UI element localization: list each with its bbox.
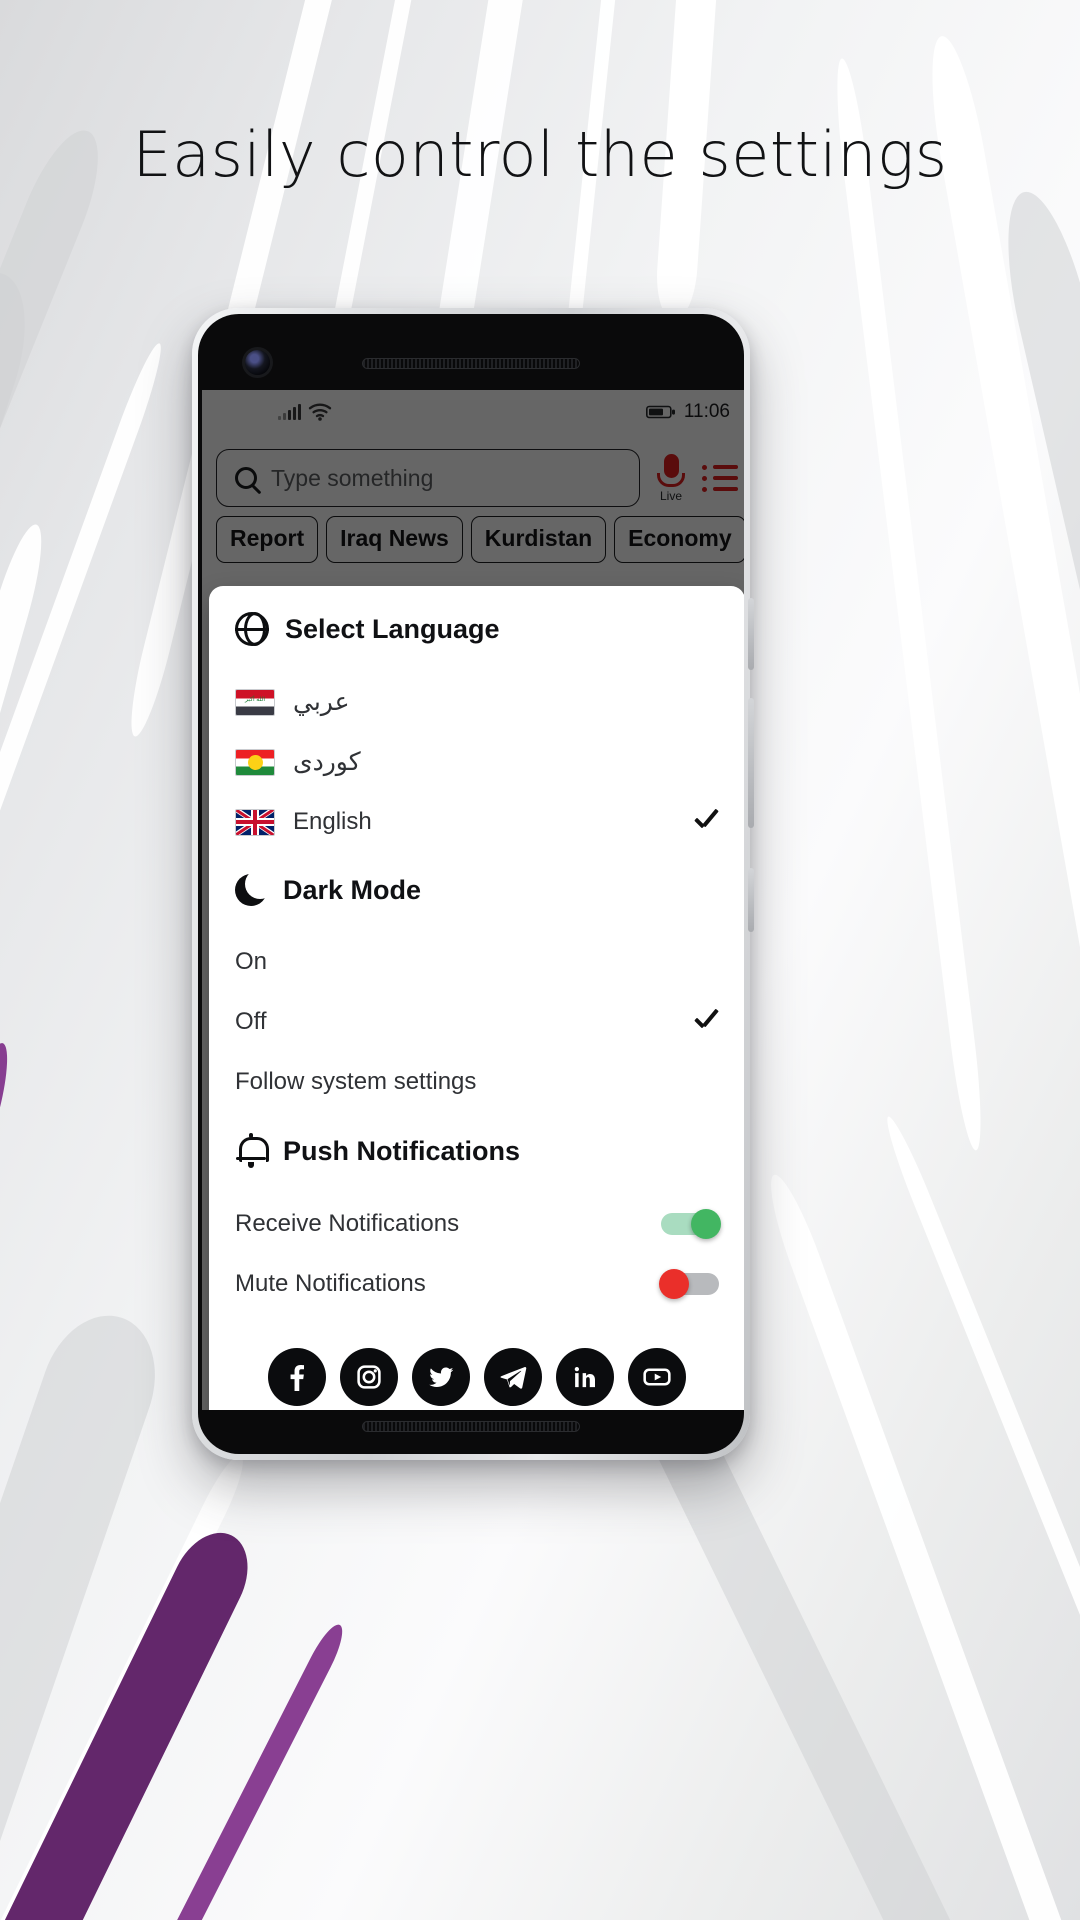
dark-mode-label: On bbox=[235, 948, 268, 975]
check-icon bbox=[691, 808, 719, 836]
globe-icon bbox=[235, 612, 269, 646]
mute-notifications-toggle[interactable] bbox=[659, 1269, 719, 1299]
receive-notifications-row[interactable]: Receive Notifications bbox=[209, 1194, 744, 1254]
phone-body: 11:06 Type something Live bbox=[198, 314, 744, 1454]
page-title: Easily control the settings bbox=[132, 118, 948, 191]
dark-mode-label: Follow system settings bbox=[235, 1068, 477, 1095]
receive-notifications-label: Receive Notifications bbox=[235, 1210, 460, 1237]
social-links bbox=[209, 1314, 744, 1406]
language-option-english[interactable]: English bbox=[209, 792, 744, 852]
telegram-icon[interactable] bbox=[484, 1348, 542, 1406]
background-swoosh bbox=[920, 32, 1080, 1222]
instagram-icon[interactable] bbox=[340, 1348, 398, 1406]
mute-notifications-row[interactable]: Mute Notifications bbox=[209, 1254, 744, 1314]
iraq-flag-icon bbox=[235, 688, 275, 716]
linkedin-icon[interactable] bbox=[556, 1348, 614, 1406]
youtube-icon[interactable] bbox=[628, 1348, 686, 1406]
phone-mockup: 11:06 Type something Live bbox=[192, 308, 754, 1460]
notifications-section-header: Push Notifications bbox=[209, 1133, 744, 1168]
uk-flag-icon bbox=[235, 808, 275, 836]
phone-side-button bbox=[748, 598, 754, 670]
toggle-knob bbox=[691, 1209, 721, 1239]
language-option-kurdish[interactable]: كوردی bbox=[209, 732, 744, 792]
dark-mode-label: Off bbox=[235, 1008, 267, 1035]
facebook-icon[interactable] bbox=[268, 1348, 326, 1406]
front-camera-icon bbox=[245, 350, 270, 375]
language-option-arabic[interactable]: عربي bbox=[209, 672, 744, 732]
language-label: كوردی bbox=[293, 748, 361, 776]
dark-mode-option-on[interactable]: On bbox=[209, 932, 744, 992]
kurdistan-flag-icon bbox=[235, 748, 275, 776]
twitter-icon[interactable] bbox=[412, 1348, 470, 1406]
language-section-header: Select Language bbox=[209, 612, 744, 646]
phone-side-button bbox=[748, 698, 754, 828]
moon-icon bbox=[235, 869, 275, 906]
dark-mode-section-title: Dark Mode bbox=[283, 874, 422, 905]
dark-mode-option-off[interactable]: Off bbox=[209, 992, 744, 1052]
mute-notifications-label: Mute Notifications bbox=[235, 1270, 426, 1297]
dark-mode-option-follow-system[interactable]: Follow system settings bbox=[209, 1052, 744, 1112]
toggle-knob bbox=[659, 1269, 689, 1299]
earpiece-speaker bbox=[362, 358, 580, 369]
language-label: English bbox=[293, 808, 372, 835]
background-swoosh bbox=[760, 1169, 1080, 1920]
dark-mode-section-header: Dark Mode bbox=[209, 869, 744, 906]
check-icon bbox=[691, 1008, 719, 1036]
background-swoosh bbox=[0, 340, 169, 1193]
version-label: Version 2.0 bbox=[209, 1406, 744, 1410]
language-label: عربي bbox=[293, 688, 350, 716]
receive-notifications-toggle[interactable] bbox=[661, 1209, 721, 1239]
language-section-title: Select Language bbox=[285, 613, 500, 644]
settings-dialog: Select Language عربي كوردی bbox=[209, 586, 744, 1410]
notifications-section-title: Push Notifications bbox=[283, 1135, 521, 1166]
bell-icon bbox=[235, 1133, 269, 1168]
phone-side-button bbox=[748, 868, 754, 932]
phone-screen: 11:06 Type something Live bbox=[202, 390, 744, 1410]
bottom-speaker bbox=[362, 1421, 580, 1432]
